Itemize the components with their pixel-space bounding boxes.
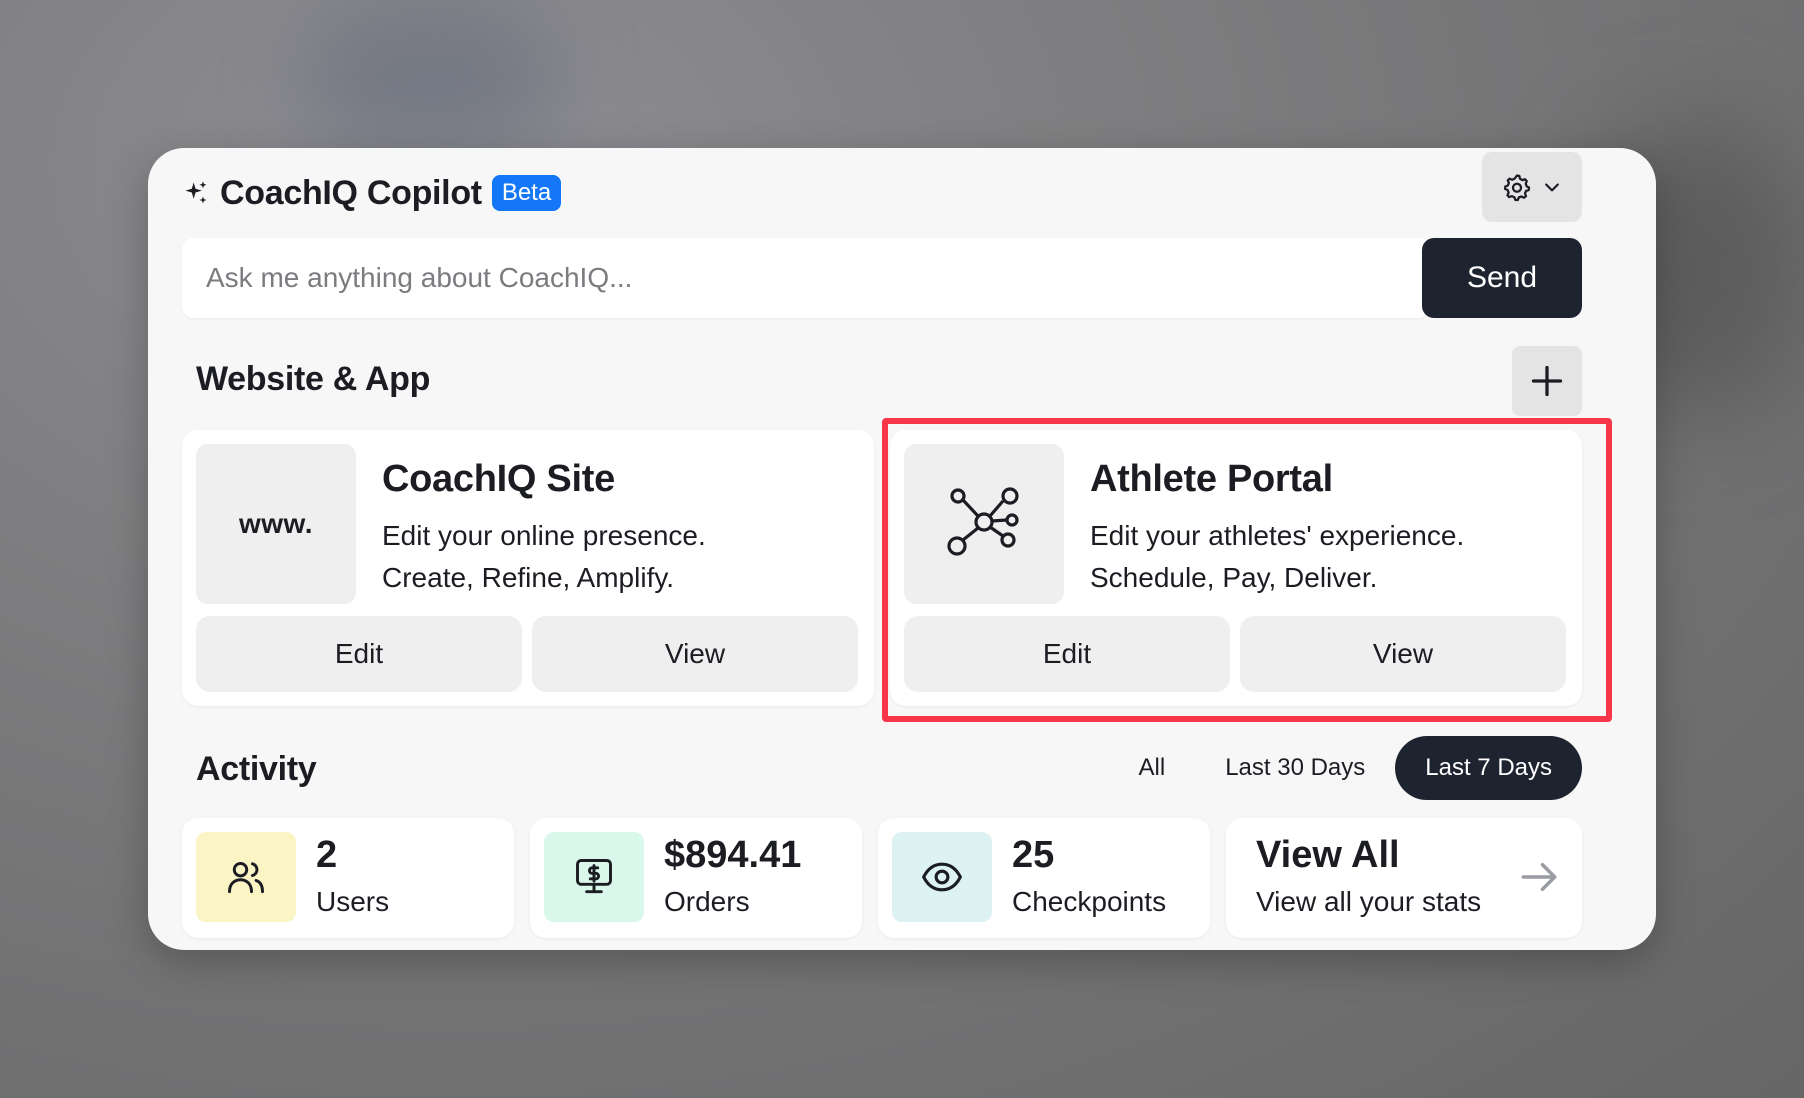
orders-total: $894.41	[664, 834, 802, 876]
users-icon	[228, 861, 264, 894]
users-label: Users	[316, 886, 390, 917]
chevron-down-icon	[1545, 183, 1559, 192]
filter-last-7-days[interactable]: Last 7 Days	[1395, 736, 1582, 800]
checkpoints-stat-card[interactable]: 25 Checkpoints	[878, 818, 1210, 938]
add-button[interactable]	[1512, 346, 1582, 416]
background-blur	[300, 0, 560, 160]
eye-icon	[921, 862, 963, 892]
portal-thumbnail	[904, 444, 1064, 604]
www-label: www.	[238, 508, 314, 539]
activity-filters: All Last 30 Days Last 7 Days	[1109, 736, 1582, 800]
edit-portal-button[interactable]: Edit	[904, 616, 1230, 692]
checkpoints-icon-box	[892, 832, 992, 922]
orders-stat-card[interactable]: $894.41 Orders	[530, 818, 862, 938]
website-section-title: Website & App	[196, 360, 431, 398]
arrow-right-icon	[1521, 863, 1557, 891]
card-title: CoachIQ Site	[382, 458, 615, 500]
card-title: Athlete Portal	[1090, 458, 1333, 500]
filter-last-30-days[interactable]: Last 30 Days	[1195, 736, 1395, 800]
checkpoints-label: Checkpoints	[1012, 886, 1167, 917]
view-site-button[interactable]: View	[532, 616, 858, 692]
gear-icon	[1504, 174, 1531, 202]
network-icon	[947, 487, 1019, 556]
orders-icon-box	[544, 832, 644, 922]
header: CoachIQ Copilot Beta	[182, 168, 562, 218]
send-button[interactable]: Send	[1422, 238, 1582, 318]
view-all-title: View All	[1256, 834, 1400, 876]
view-all-card[interactable]: View All View all your stats	[1226, 818, 1582, 938]
athlete-portal-card: Athlete Portal Edit your athletes' exper…	[890, 430, 1582, 706]
coachiq-site-card: www. CoachIQ Site Edit your online prese…	[182, 430, 874, 706]
users-icon-box	[196, 832, 296, 922]
edit-site-button[interactable]: Edit	[196, 616, 522, 692]
view-portal-button[interactable]: View	[1240, 616, 1566, 692]
site-thumbnail: www.	[196, 444, 356, 604]
card-description: Edit your online presence.	[382, 520, 706, 551]
beta-badge: Beta	[491, 175, 562, 211]
card-tagline: Create, Refine, Amplify.	[382, 562, 675, 593]
card-description: Edit your athletes' experience.	[1090, 520, 1465, 551]
sparkle-icon	[185, 181, 207, 204]
filter-all[interactable]: All	[1109, 736, 1196, 800]
activity-section-title: Activity	[196, 750, 317, 788]
users-stat-card[interactable]: 2 Users	[182, 818, 514, 938]
settings-dropdown-button[interactable]	[1482, 152, 1582, 222]
plus-icon	[1531, 365, 1563, 397]
users-count: 2	[316, 834, 338, 876]
dollar-monitor-icon	[576, 859, 612, 894]
copilot-panel: CoachIQ Copilot Beta Send Website & App …	[148, 148, 1656, 950]
view-all-subtitle: View all your stats	[1256, 886, 1482, 917]
app-title: CoachIQ Copilot	[220, 173, 482, 212]
ask-input[interactable]	[182, 261, 1358, 295]
checkpoints-count: 25	[1012, 834, 1055, 876]
ask-bar	[182, 238, 1430, 318]
orders-label: Orders	[664, 886, 750, 917]
card-tagline: Schedule, Pay, Deliver.	[1090, 562, 1378, 593]
